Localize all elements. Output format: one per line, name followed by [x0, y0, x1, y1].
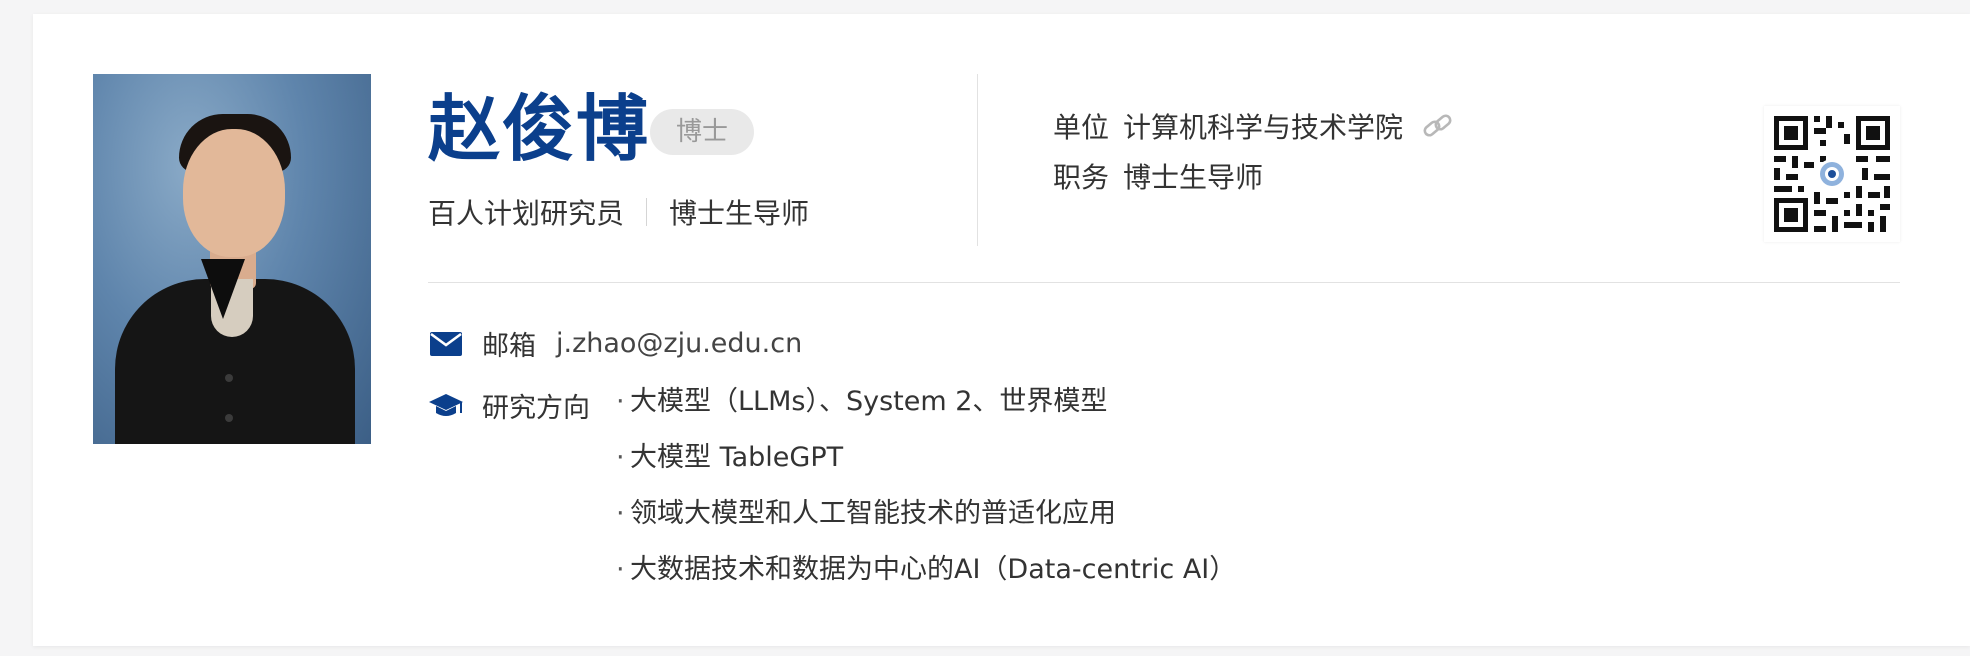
degree-badge: 博士 — [650, 109, 755, 155]
qr-code[interactable] — [1764, 106, 1900, 242]
link-icon[interactable] — [1421, 111, 1455, 141]
list-item: · 大数据技术和数据为中心的AI（Data-centric AI） — [616, 554, 1237, 585]
post-label: 职务 — [1053, 161, 1110, 194]
email-value[interactable]: j.zhao@zju.edu.cn — [556, 328, 802, 359]
list-item: · 大模型（LLMs）、System 2、世界模型 — [616, 386, 1108, 417]
graduation-cap-icon — [428, 389, 464, 423]
post-value: 博士生导师 — [1123, 161, 1264, 194]
profile-name: 赵俊博 — [428, 87, 651, 171]
vertical-divider — [977, 74, 978, 246]
email-label: 邮箱 — [482, 331, 536, 362]
research-row: 研究方向 — [428, 386, 590, 425]
email-row: 邮箱 j.zhao@zju.edu.cn — [428, 324, 802, 363]
title-separator — [646, 198, 648, 226]
unit-value: 计算机科学与技术学院 — [1123, 111, 1404, 144]
profile-card: 赵俊博 博士 百人计划研究员 博士生导师 单位 计算机科学与技术学院 职务 博士… — [33, 14, 1970, 646]
unit-row: 单位 计算机科学与技术学院 — [1053, 106, 1455, 146]
post-row: 职务 博士生导师 — [1053, 156, 1263, 196]
title-supervisor: 博士生导师 — [669, 197, 810, 230]
envelope-icon — [428, 327, 464, 361]
list-item: · 领域大模型和人工智能技术的普适化应用 — [616, 498, 1116, 529]
profile-photo — [93, 74, 371, 444]
research-label: 研究方向 — [482, 393, 590, 424]
title-researcher: 百人计划研究员 — [428, 197, 625, 230]
unit-label: 单位 — [1053, 111, 1110, 144]
horizontal-divider — [428, 282, 1900, 283]
profile-titles: 百人计划研究员 博士生导师 — [428, 192, 809, 232]
list-item: · 大模型 TableGPT — [616, 442, 844, 473]
research-list: · 大模型（LLMs）、System 2、世界模型 · 大模型 TableGPT ·… — [616, 384, 1236, 608]
